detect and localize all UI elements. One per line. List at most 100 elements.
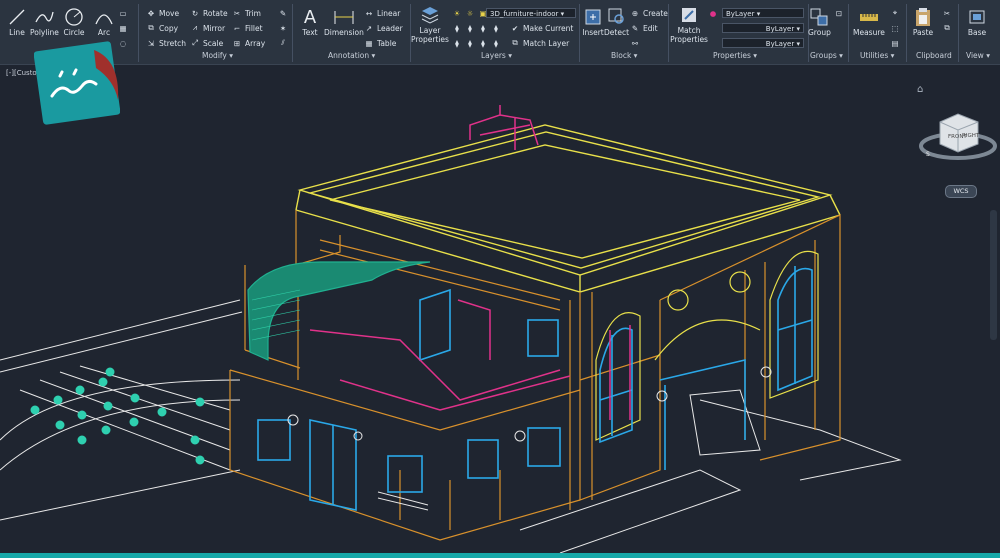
arc-icon	[93, 6, 115, 28]
base-button[interactable]: Base	[966, 6, 988, 37]
separator	[138, 4, 139, 62]
utility-tool-1[interactable]: ⌖	[890, 8, 903, 18]
detect-button[interactable]: Detect	[604, 6, 629, 37]
match-layer-button[interactable]: ⧉ Match Layer	[510, 38, 569, 48]
layer-tools-row-2[interactable]: ⧫ ⧫ ⧫ ⧫	[452, 38, 504, 48]
cut-button[interactable]: ✂	[942, 8, 955, 18]
lineweight-dropdown[interactable]: ByLayer ▾	[722, 23, 804, 33]
text-label: Text	[302, 28, 318, 37]
color-swatch[interactable]: ●	[708, 8, 721, 18]
rotate-label: Rotate	[203, 8, 228, 18]
id-point-icon: ⌖	[892, 8, 898, 17]
copy-clip-button[interactable]: ⧉	[942, 23, 955, 33]
edit-block-icon: ✎	[631, 23, 639, 33]
modify-group-title[interactable]: Modify ▾	[202, 51, 233, 60]
linetype-dropdown[interactable]: ByLayer ▾	[722, 38, 804, 48]
properties-group-title[interactable]: Properties ▾	[713, 51, 757, 60]
utility-tool-2[interactable]: ⬚	[890, 23, 903, 33]
linear-dimension-icon: ↔	[365, 8, 373, 18]
create-block-button[interactable]: ⊕ Create	[630, 8, 668, 18]
erase-button[interactable]: ✎	[278, 8, 291, 18]
table-label: Table	[377, 38, 397, 48]
match-properties-icon	[678, 4, 700, 26]
line-icon	[6, 6, 28, 28]
move-button[interactable]: ✥ Move	[146, 8, 179, 18]
detect-icon	[606, 6, 628, 28]
insert-button[interactable]: Insert	[582, 6, 604, 37]
layer-dropdown[interactable]: 3D_furniture-indoor ▾	[486, 8, 576, 18]
offset-button[interactable]: ⫽	[278, 38, 291, 48]
layers-icon	[419, 4, 441, 26]
fillet-button[interactable]: ⌐ Fillet	[232, 23, 263, 33]
cube-right-text: RIGHT	[962, 133, 980, 139]
utilities-group-title[interactable]: Utilities ▾	[860, 51, 894, 60]
measure-button[interactable]: Measure	[853, 6, 885, 37]
measure-label: Measure	[853, 28, 885, 37]
polyline-label: Polyline	[30, 28, 59, 37]
text-button[interactable]: A Text	[299, 6, 321, 38]
dimension-icon	[333, 6, 355, 28]
pencil-icon: ✎	[279, 8, 287, 18]
home-icon[interactable]: ⌂	[917, 84, 923, 95]
copy-clip-icon: ⧉	[944, 23, 950, 32]
layers-group-title[interactable]: Layers ▾	[481, 51, 512, 60]
block-attributes-button[interactable]: ⚯	[630, 38, 643, 48]
hatch-button[interactable]: ▦	[118, 23, 131, 33]
stretch-button[interactable]: ⇲ Stretch	[146, 38, 186, 48]
leader-button[interactable]: ↗ Leader	[364, 23, 403, 33]
lightbulb-icon: ☀	[453, 8, 461, 18]
polyline-button[interactable]: Polyline	[30, 6, 59, 37]
lineweight-value: ByLayer	[765, 25, 795, 33]
layer-properties-button[interactable]: Layer Properties	[411, 4, 449, 44]
ungroup-button[interactable]: ⊡	[834, 8, 847, 18]
rotate-icon: ↻	[191, 8, 199, 18]
layer-tool-icon: ⧫	[468, 23, 472, 33]
arc-button[interactable]: Arc	[93, 6, 115, 37]
separator	[848, 4, 849, 62]
line-button[interactable]: Line	[6, 6, 28, 37]
view-group-title[interactable]: View ▾	[966, 51, 990, 60]
groups-group-title[interactable]: Groups ▾	[810, 51, 843, 60]
insert-block-icon	[582, 6, 604, 28]
utility-tool-3[interactable]: ▤	[890, 38, 903, 48]
viewcube[interactable]: FRONT RIGHT S	[918, 100, 998, 170]
make-current-button[interactable]: ✔ Make Current	[510, 23, 573, 33]
scale-button[interactable]: ⤢ Scale	[190, 38, 223, 48]
mirror-button[interactable]: ⩘ Mirror	[190, 23, 225, 33]
separator	[579, 4, 580, 62]
drawing-viewport[interactable]	[0, 65, 1000, 554]
layer-tools-row-1[interactable]: ⧫ ⧫ ⧫ ⧫	[452, 23, 504, 33]
array-label: Array	[245, 38, 266, 48]
make-current-label: Make Current	[523, 23, 574, 33]
wcs-button[interactable]: WCS	[945, 185, 977, 198]
color-dropdown[interactable]: ByLayer ▾	[722, 8, 804, 18]
paste-button[interactable]: Paste	[912, 6, 934, 37]
edit-block-button[interactable]: ✎ Edit	[630, 23, 658, 33]
create-block-icon: ⊕	[631, 8, 639, 18]
make-current-icon: ✔	[511, 23, 519, 33]
attributes-icon: ⚯	[631, 38, 639, 48]
annotation-group-title[interactable]: Annotation ▾	[328, 51, 375, 60]
hatch-icon: ▦	[119, 23, 127, 33]
viewport-label[interactable]: [-][Custo	[6, 69, 37, 77]
dimension-button[interactable]: Dimension	[324, 6, 364, 37]
stretch-label: Stretch	[159, 38, 187, 48]
trim-button[interactable]: ✂ Trim	[232, 8, 261, 18]
fillet-icon: ⌐	[233, 23, 241, 33]
vertical-scrollbar[interactable]	[990, 210, 997, 340]
clipboard-group-title[interactable]: Clipboard	[916, 51, 952, 60]
fillet-label: Fillet	[245, 23, 263, 33]
table-button[interactable]: ▦ Table	[364, 38, 396, 48]
circle-button[interactable]: Circle	[63, 6, 85, 37]
copy-button[interactable]: ⧉ Copy	[146, 23, 178, 33]
array-button[interactable]: ⊞ Array	[232, 38, 265, 48]
cut-icon: ✂	[943, 8, 951, 18]
linear-button[interactable]: ↔ Linear	[364, 8, 400, 18]
layer-tool-icon: ⧫	[481, 23, 485, 33]
rectangle-button[interactable]: ▭	[118, 8, 131, 18]
group-button[interactable]: Group	[808, 6, 831, 37]
match-properties-button[interactable]: Match Properties	[670, 4, 708, 44]
rotate-button[interactable]: ↻ Rotate	[190, 8, 228, 18]
explode-button[interactable]: ✶	[278, 23, 291, 33]
block-group-title[interactable]: Block ▾	[611, 51, 637, 60]
